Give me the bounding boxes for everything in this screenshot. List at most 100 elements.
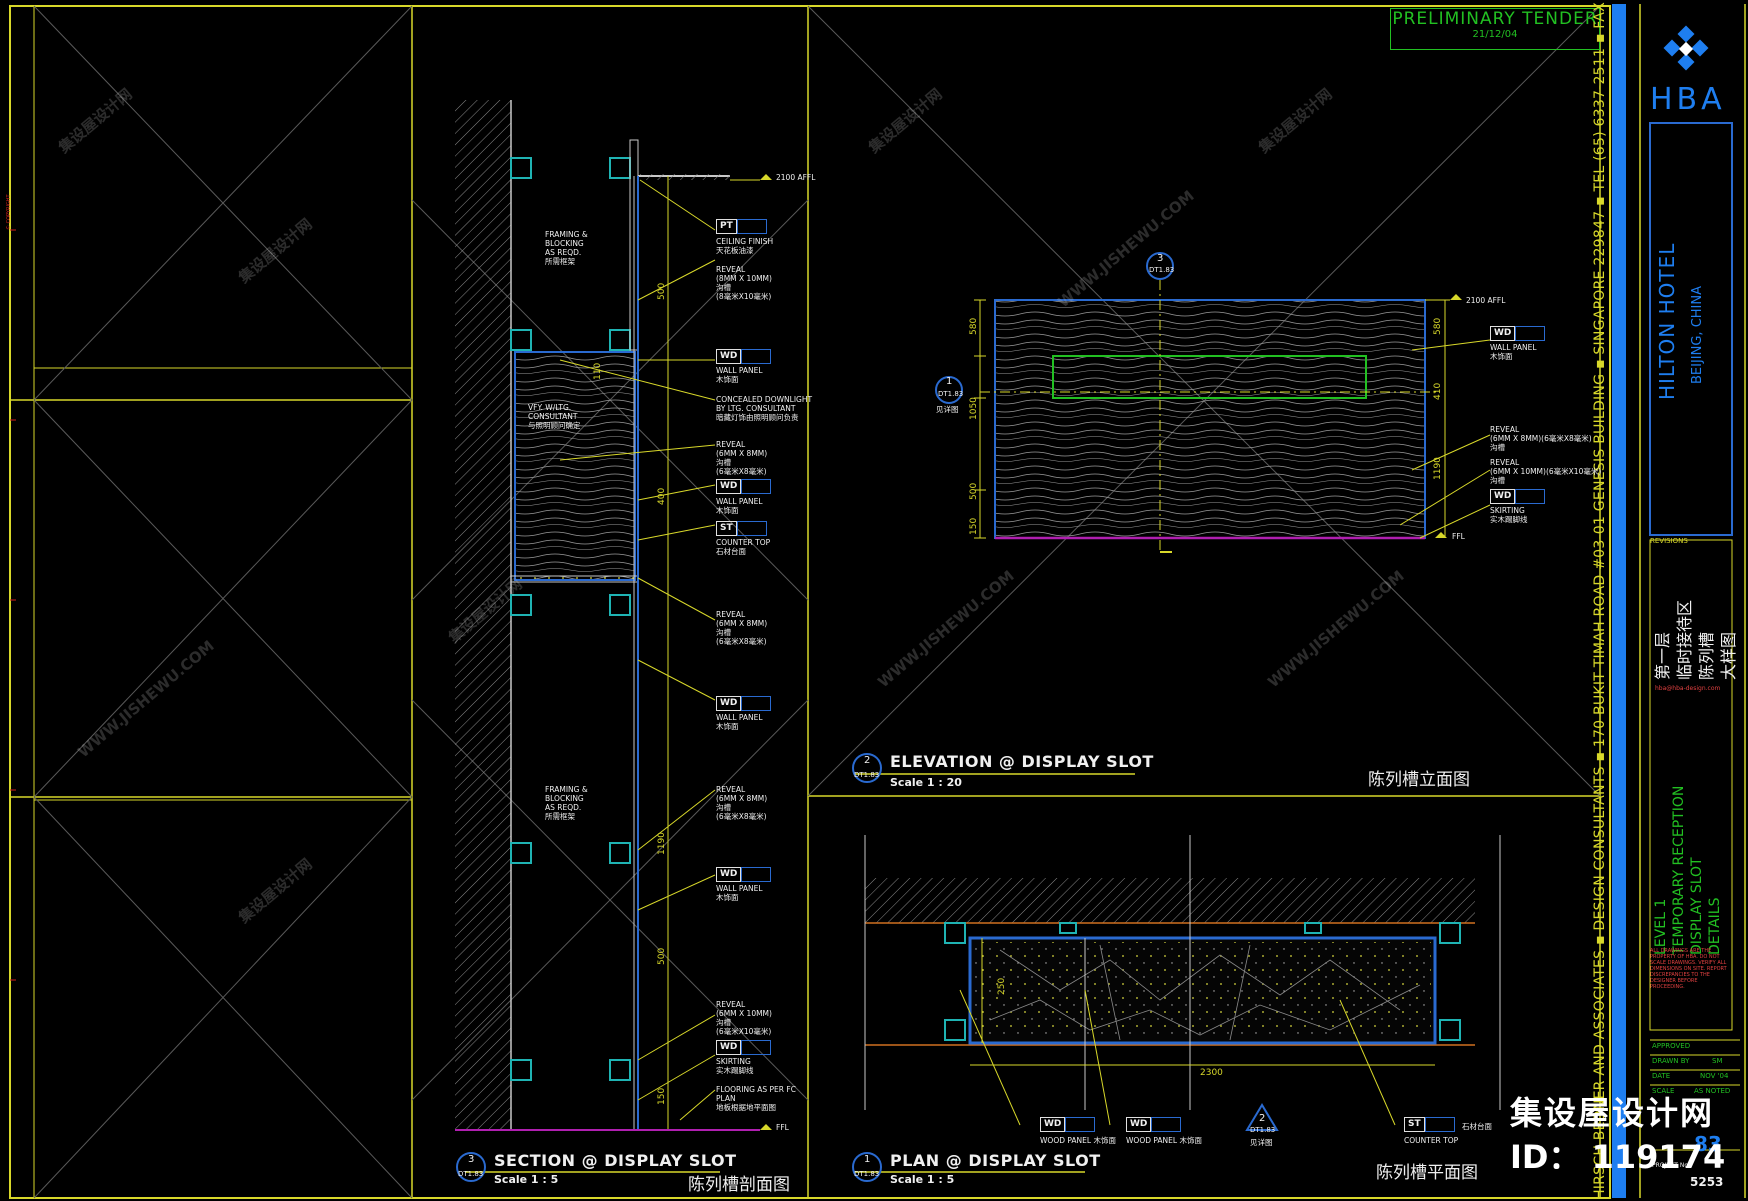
plan-view-cn-caption: 陈列槽平面图: [1376, 1163, 1478, 1183]
section-callout-number: 3: [468, 1154, 475, 1165]
approved-label: APPROVED: [1652, 1042, 1691, 1050]
plan-detail-callout-cn: 见详图: [1250, 1138, 1273, 1147]
floor-level-mark: FFL: [776, 1123, 789, 1132]
material-tag: WD: [716, 479, 772, 494]
plan-view-title: PLAN @ DISPLAY SLOT: [890, 1151, 1101, 1170]
tag-label: SKIRTING 实木踢脚线: [1490, 506, 1528, 524]
date-value: NOV '04: [1700, 1072, 1729, 1080]
reveal-note: REVEAL (6MM X 10MM)(6毫米X10毫米) 沟槽: [1490, 458, 1602, 485]
plan-callout-ref: DT1.83: [854, 1170, 880, 1178]
material-tag: WD: [1126, 1117, 1182, 1132]
tag-label: WALL PANEL 木饰面: [716, 884, 763, 902]
elevation-view-title: ELEVATION @ DISPLAY SLOT: [890, 752, 1154, 771]
left-blank-grid: [10, 6, 412, 1198]
date-label: DATE: [1652, 1072, 1671, 1080]
svg-text:500: 500: [657, 948, 667, 965]
tag-label-cn: 石材台面: [1462, 1122, 1492, 1131]
svg-text:110: 110: [593, 363, 603, 380]
hba-logo-text: HBA: [1650, 82, 1726, 117]
plan-depth-dim: 250: [997, 978, 1007, 995]
hba-logo-mark: [1663, 25, 1709, 71]
firm-address-strip: HIRSCH BEDNER AND ASSOCIATES ▪ DESIGN CO…: [1592, 0, 1608, 1200]
drawn-by-value: SM: [1712, 1057, 1723, 1065]
svg-text:1050: 1050: [969, 397, 979, 420]
reveal-note: REVEAL (6MM X 8MM) 沟槽 (6毫米X8毫米): [716, 610, 768, 646]
elevation-view: 580 1050 500 150 580 410 1190: [969, 280, 1491, 553]
tender-date: 21/12/04: [1472, 29, 1518, 40]
project-name: HILTON HOTEL: [1655, 242, 1679, 400]
elevation-detail-callout-ref: DT1.83: [1149, 266, 1175, 274]
copyright-note: © COPYRIGHT: [6, 194, 12, 230]
section-callout-ref: DT1.83: [458, 1170, 484, 1178]
tag-label: SKIRTING 实木踢脚线: [716, 1057, 754, 1075]
svg-text:500: 500: [969, 483, 979, 500]
plan-detail-callout-ref: DT1.83: [1250, 1126, 1276, 1134]
material-tag: WD: [716, 867, 772, 882]
reveal-note: REVEAL (6MM X 10MM) 沟槽 (6毫米X10毫米): [716, 1000, 772, 1036]
tender-title: PRELIMINARY TENDER: [1392, 9, 1598, 29]
elevation-level-mark: 2100 AFFL: [1466, 296, 1506, 305]
elevation-detail-callout-number: 3: [1157, 253, 1164, 264]
material-tag: ST: [716, 521, 767, 536]
material-tag: WD: [716, 349, 772, 364]
flooring-note: FLOORING AS PER FC PLAN 地板根据地平面图: [716, 1085, 796, 1112]
legal-notes: ALL DRAWINGS ARE THE PROPERTY OF HBA. DO…: [1650, 948, 1727, 990]
svg-text:150: 150: [969, 518, 979, 535]
elevation-view-scale: Scale 1 : 20: [890, 776, 962, 789]
watermark-id: ID： 119174: [1510, 1138, 1726, 1176]
tag-label: CEILING FINISH 天花板油漆: [716, 237, 774, 255]
section-view-cn-caption: 陈列槽剖面图: [688, 1175, 790, 1195]
tag-label: WALL PANEL 木饰面: [716, 366, 763, 384]
elevation-callout-number: 2: [864, 755, 871, 766]
tag-label: WOOD PANEL 木饰面: [1126, 1136, 1202, 1145]
watermark-site-name: 集设屋设计网: [1510, 1094, 1715, 1132]
framing-note: FRAMING & BLOCKING AS REQD. 所需框架: [545, 230, 588, 266]
material-tag: WD: [1490, 489, 1546, 504]
plan-view: 2300 250: [864, 835, 1501, 1131]
reveal-note: REVEAL (6MM X 8MM) 沟槽 (6毫米X8毫米): [716, 785, 768, 821]
tag-label: WALL PANEL 木饰面: [716, 497, 763, 515]
svg-text:410: 410: [1433, 383, 1443, 400]
email-text: hba@hba-design.com: [1655, 685, 1721, 692]
plan-detail-callout-number: 2: [1259, 1113, 1266, 1124]
elevation-side-callout-ref: DT1.83: [938, 390, 964, 398]
svg-text:580: 580: [1433, 318, 1443, 335]
tag-label: WALL PANEL 木饰面: [1490, 343, 1537, 361]
section-view-title: SECTION @ DISPLAY SLOT: [494, 1151, 737, 1170]
material-tag: WD: [1040, 1117, 1096, 1132]
revisions-label: REVISIONS: [1650, 537, 1688, 545]
elevation-ffl-mark: FFL: [1452, 532, 1465, 541]
plan-view-scale: Scale 1 : 5: [890, 1173, 955, 1186]
material-tag: WD: [716, 696, 772, 711]
drawn-by-label: DRAWN BY: [1652, 1057, 1690, 1065]
material-tag: WD: [1490, 326, 1546, 341]
tag-label: WALL PANEL 木饰面: [716, 713, 763, 731]
tender-stamp: PRELIMINARY TENDER 21/12/04: [1390, 8, 1600, 50]
reveal-note: REVEAL (6MM X 8MM) 沟槽 (6毫米X8毫米): [716, 440, 768, 476]
material-tag: WD: [716, 1040, 772, 1055]
tag-label: WOOD PANEL 木饰面: [1040, 1136, 1116, 1145]
drawing-sheet: 500 400 1190 500 150 110 580 1050 500 15…: [9, 4, 1746, 1199]
tag-label: COUNTER TOP: [1404, 1136, 1459, 1145]
reveal-note: REVEAL (6MM X 8MM)(6毫米X8毫米) 沟槽: [1490, 425, 1592, 452]
project-location: BEIJING, CHINA: [1690, 285, 1705, 384]
elevation-view-cn-caption: 陈列槽立面图: [1368, 770, 1470, 790]
tag-label: COUNTER TOP 石材台面: [716, 538, 771, 556]
plan-wall-hatch: [865, 878, 1475, 923]
plan-width-dim: 2300: [1200, 1068, 1223, 1078]
svg-text:580: 580: [969, 318, 979, 335]
elevation-callout-ref: DT1.83: [854, 771, 880, 779]
downlight-note: CONCEALED DOWNLIGHT BY LTG. CONSULTANT 暗藏灯…: [716, 395, 813, 422]
section-view-scale: Scale 1 : 5: [494, 1173, 559, 1186]
svg-text:150: 150: [657, 1088, 667, 1105]
elevation-side-callout-number: 1: [946, 376, 953, 387]
sheet-title-cn: 第一层 临时接待区 陈列槽 大样图: [1653, 599, 1738, 680]
material-tag: ST: [1404, 1117, 1455, 1132]
vfy-note: VFY. W/LTG. CONSULTANT 与照明顾问确定: [528, 403, 581, 430]
reveal-note: REVEAL (8MM X 10MM) 沟槽 (8毫米X10毫米): [716, 265, 772, 301]
elevation-side-callout-cn: 见详图: [936, 405, 959, 414]
material-tag: PT: [716, 219, 767, 234]
sheet-title-en: LEVEL 1 TEMPORARY RECEPTION DISPLAY SLOT DE…: [1653, 785, 1723, 955]
ceiling-level-mark: 2100 AFFL: [776, 173, 816, 182]
svg-text:1190: 1190: [657, 832, 667, 855]
